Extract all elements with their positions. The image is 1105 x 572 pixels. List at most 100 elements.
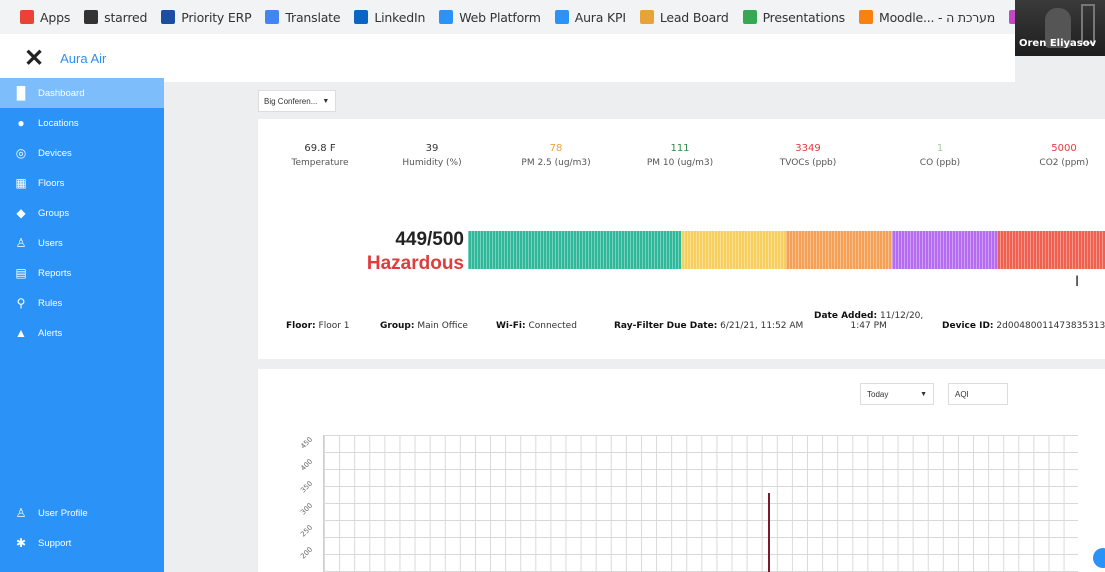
metric-label: TVOCs (ppb): [779, 158, 837, 168]
sidebar-item-rules[interactable]: ⚲ Rules: [0, 288, 164, 318]
sidebar-item-label: Locations: [38, 117, 79, 129]
period-dropdown-value: Today: [867, 389, 889, 399]
text-cursor-icon: I: [1075, 274, 1080, 290]
metric-value: 5000: [1051, 143, 1077, 154]
sidebar-item-floors[interactable]: ▦ Floors: [0, 168, 164, 198]
metric-5: 1 CO (ppb): [890, 143, 990, 168]
bookmark-7[interactable]: Lead Board: [639, 9, 729, 25]
bookmark-2[interactable]: Priority ERP: [161, 9, 252, 25]
aqi-status: Hazardous: [366, 253, 464, 274]
app-header: ✕ Aura Air: [0, 34, 1015, 82]
info-date-added: Date Added: 11/12/20, 1:47 PM: [814, 311, 923, 331]
locations-icon: ●: [17, 116, 25, 130]
bookmark-5[interactable]: Web Platform: [439, 10, 541, 25]
chevron-down-icon: ▼: [920, 390, 927, 398]
metric-value: 69.8 F: [304, 143, 336, 154]
sidebar-item-dashboard[interactable]: ▐▌ Dashboard: [0, 78, 164, 108]
y-tick-label: 450: [299, 435, 315, 451]
priority-p-icon: [161, 10, 176, 24]
y-tick-label: 400: [299, 457, 315, 473]
bookmark-8[interactable]: Presentations: [742, 9, 846, 25]
bookmark-4[interactable]: LinkedIn: [354, 10, 425, 25]
y-tick-label: 200: [299, 545, 315, 561]
brand-title: Aura Air: [60, 50, 107, 66]
metric-2: 78 PM 2.5 (ug/m3): [506, 143, 606, 168]
sidebar-item-alerts[interactable]: ▲ Alerts: [0, 318, 164, 348]
metric-6: 5000 CO2 (ppm): [1014, 143, 1105, 168]
info-wifi-label: Wi-Fi:: [496, 321, 526, 331]
sidebar-item-devices[interactable]: ◎ Devices: [0, 138, 164, 168]
metric-value: 1: [936, 143, 944, 154]
aura-icon: [554, 10, 569, 24]
info-ray-label: Ray-Filter Due Date:: [614, 321, 718, 331]
device-info-row: Floor: Floor 1 Group: Main Office Wi-Fi:…: [258, 309, 1105, 349]
sidebar: ▐▌ Dashboard ● Locations ◎ Devices ▦ Floors ◆ Gro…: [0, 78, 164, 572]
alerts-icon: ▲: [15, 326, 27, 340]
device-selector[interactable]: Big Conferen... ▼: [258, 90, 336, 112]
metric-3: 111 PM 10 (ug/m3): [630, 143, 730, 168]
moodle-icon: [858, 10, 873, 24]
reports-icon: ▤: [15, 266, 27, 280]
bookmark-1[interactable]: starred: [84, 10, 147, 25]
bookmark-label: Translate: [285, 9, 341, 25]
chart-spike-line: [768, 493, 770, 572]
close-icon[interactable]: ✕: [24, 44, 44, 73]
bookmark-label: Web Platform: [459, 9, 541, 25]
bookmark-label: Moodle... - מערכת ה: [878, 9, 996, 25]
info-floor-label: Floor:: [286, 321, 316, 331]
main-content: Big Conferen... ▼ 69.8 F Temperature 39 Hum…: [164, 82, 1105, 572]
bookmark-9[interactable]: Moodle... - מערכת ה: [858, 9, 996, 25]
sidebar-item-reports[interactable]: ▤ Reports: [0, 258, 164, 288]
info-device-value: 2d004800114738353136313: [996, 321, 1105, 331]
metric-dropdown-value: AQI: [955, 389, 969, 399]
sidebar-item-label: Alerts: [38, 327, 63, 339]
chat-bubble-icon[interactable]: [1093, 548, 1105, 568]
bookmark-3[interactable]: Translate: [265, 9, 341, 25]
period-dropdown[interactable]: Today ▼: [860, 383, 934, 405]
info-device-label: Device ID:: [942, 321, 994, 331]
rules-icon: ⚲: [16, 296, 26, 310]
sidebar-item-groups[interactable]: ◆ Groups: [0, 198, 164, 228]
bookmark-6[interactable]: Aura KPI: [554, 10, 626, 25]
bookmark-label: Priority ERP: [181, 9, 252, 25]
metric-4: 3349 TVOCs (ppb): [758, 143, 858, 168]
info-group: Group: Main Office: [380, 321, 468, 331]
bookmark-label: Lead Board: [659, 9, 729, 25]
webcam-overlay: Oren Eliyasov: [1015, 0, 1105, 56]
metric-value: 111: [670, 143, 690, 154]
metric-value: 78: [549, 143, 563, 154]
sidebar-item-label: Users: [38, 237, 63, 249]
info-date-label: Date Added:: [814, 311, 878, 321]
aqi-bar-segment-unhealthy-sensitive: [786, 231, 892, 269]
floors-icon: ▦: [15, 176, 27, 190]
sidebar-item-locations[interactable]: ● Locations: [0, 108, 164, 138]
sidebar-item-label: Devices: [38, 147, 72, 159]
bookmark-0[interactable]: Apps: [20, 10, 70, 25]
sidebar-item-support[interactable]: ✱ Support: [0, 528, 164, 558]
info-wifi: Wi-Fi: Connected: [496, 321, 577, 331]
groups-icon: ◆: [16, 206, 26, 220]
webcam-name: Oren Eliyasov: [1019, 38, 1097, 49]
bookmark-label: starred: [104, 9, 148, 25]
y-tick-label: 300: [299, 501, 315, 517]
info-device-id: Device ID: 2d004800114738353136313: [942, 321, 1105, 331]
metric-dropdown[interactable]: AQI: [948, 383, 1008, 405]
chart-grid: [323, 435, 1078, 572]
device-summary-panel: 69.8 F Temperature 39 Humidity (%) 78 PM 2.5 …: [258, 119, 1105, 359]
aqi-bar-segment-unhealthy: [891, 231, 997, 269]
bookmark-label: Presentations: [762, 9, 846, 25]
sidebar-item-user-profile[interactable]: ♙ User Profile: [0, 498, 164, 528]
aqi-bar-segment-good: [468, 231, 682, 269]
users-icon: ♙: [15, 236, 27, 250]
bookmark-label: LinkedIn: [374, 9, 426, 25]
y-tick-label: 250: [299, 523, 315, 539]
info-floor-value: Floor 1: [318, 321, 350, 331]
metric-label: CO (ppb): [919, 158, 961, 168]
metric-value: 3349: [795, 143, 821, 154]
metric-1: 39 Humidity (%): [382, 143, 482, 168]
aqi-score: 449/500: [395, 229, 464, 250]
metric-label: PM 2.5 (ug/m3): [521, 158, 591, 168]
info-group-value: Main Office: [417, 321, 468, 331]
aqi-bar-segment-hazardous: [996, 231, 1105, 269]
sidebar-item-users[interactable]: ♙ Users: [0, 228, 164, 258]
